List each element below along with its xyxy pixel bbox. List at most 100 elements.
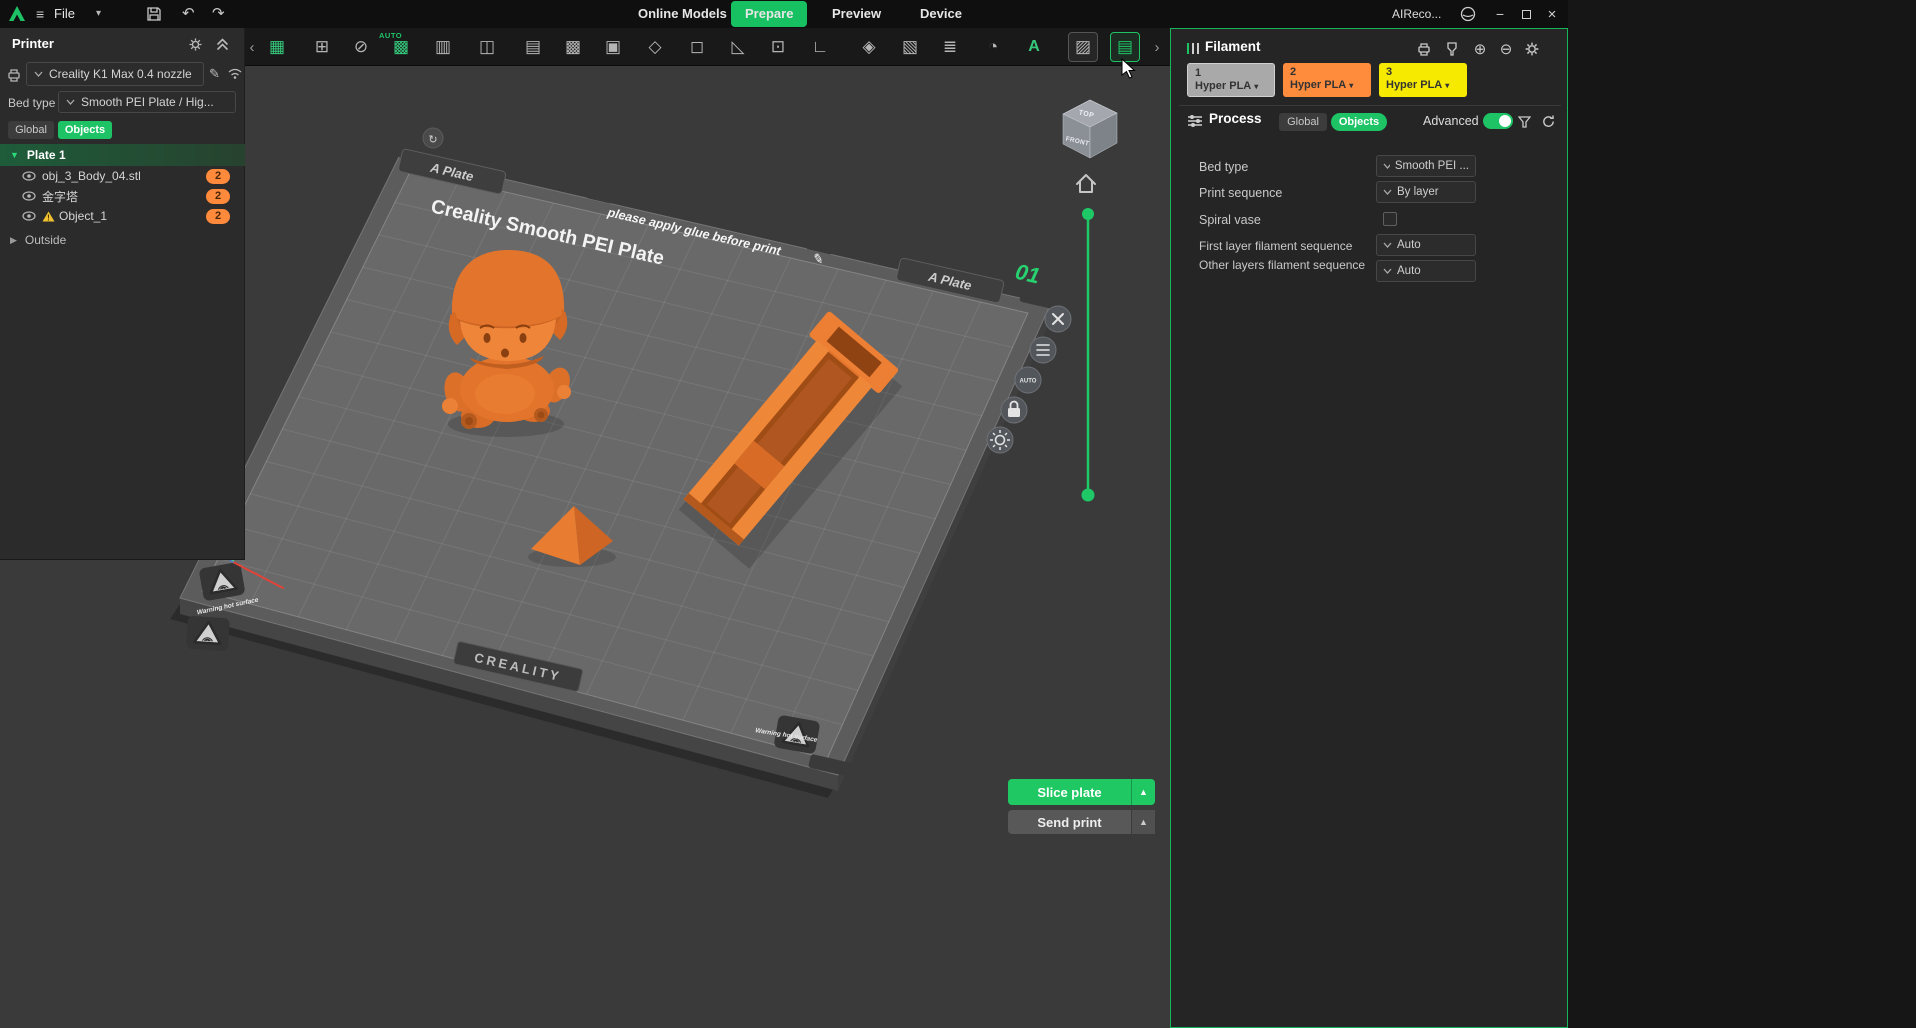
chevron-down-icon xyxy=(1383,189,1392,195)
chevron-down-icon: ▾ xyxy=(1445,79,1449,92)
tree-item-outside[interactable]: ▶ Outside xyxy=(0,230,245,250)
param-spiral-vase-checkbox[interactable] xyxy=(1383,212,1397,226)
cube-tool-icon[interactable]: ◻ xyxy=(682,32,712,62)
filter-params-icon[interactable] xyxy=(1513,111,1535,131)
visibility-eye-icon[interactable] xyxy=(22,191,36,201)
param-first-layer-sequence-select[interactable]: Auto xyxy=(1376,234,1476,256)
wifi-icon[interactable] xyxy=(227,66,243,80)
boolean-tool-icon[interactable]: ⊡ xyxy=(763,32,793,62)
tab-prepare[interactable]: Prepare xyxy=(731,1,807,27)
plate-close-button[interactable] xyxy=(1045,306,1071,332)
tree-item-object[interactable]: ! Object_1 2 xyxy=(0,206,245,226)
slider-handle-top xyxy=(1082,208,1094,220)
process-icon xyxy=(1187,114,1203,128)
add-filament-icon[interactable]: ⊕ xyxy=(1469,39,1491,59)
desktop-background xyxy=(1568,0,1916,1028)
printer-select[interactable]: Creality K1 Max 0.4 nozzle xyxy=(26,62,204,86)
slice-options-chevron-icon[interactable]: ▲ xyxy=(1131,779,1155,805)
arrange-tool-icon[interactable]: ⊞ xyxy=(307,32,337,62)
plate-list-button[interactable] xyxy=(1030,337,1056,363)
filament-slot-2[interactable]: 2 Hyper PLA▾ xyxy=(1283,63,1371,97)
tab-device[interactable]: Device xyxy=(906,0,976,28)
send-print-button[interactable]: Send print ▲ xyxy=(1008,810,1155,834)
orient-tool-icon[interactable]: ⊘ xyxy=(346,32,376,62)
solid-view-tool-icon[interactable]: ▧ xyxy=(895,32,925,62)
view-reset-icon[interactable]: ↻ xyxy=(423,128,443,148)
mirror-tool-icon[interactable]: ◇ xyxy=(640,32,670,62)
file-menu-chevron-icon[interactable]: ▾ xyxy=(96,0,101,28)
param-print-sequence-select[interactable]: By layer xyxy=(1376,181,1476,203)
plate-auto-arrange-button[interactable]: AUTO xyxy=(1015,367,1041,393)
tab-global-right[interactable]: Global xyxy=(1279,113,1327,131)
tree-item-object[interactable]: obj_3_Body_04.stl 2 xyxy=(0,166,245,186)
advanced-label: Advanced xyxy=(1423,114,1479,128)
tree-item-object[interactable]: 金字塔 2 xyxy=(0,186,245,206)
undo-icon[interactable]: ↶ xyxy=(182,0,195,28)
minimize-button[interactable]: − xyxy=(1488,0,1512,28)
filament-slot-name: Hyper PLA xyxy=(1195,80,1251,93)
param-label: Other layers filament sequence xyxy=(1199,258,1369,272)
filament-icon xyxy=(1185,41,1200,56)
visibility-eye-icon[interactable] xyxy=(22,171,36,181)
account-label[interactable]: AIReco... xyxy=(1392,0,1441,28)
close-button[interactable]: × xyxy=(1540,0,1564,28)
plate-settings-button[interactable] xyxy=(987,427,1013,453)
hamburger-icon: ≡ xyxy=(36,0,44,28)
seam-tool-icon[interactable]: ◈ xyxy=(854,32,884,62)
tab-global-left[interactable]: Global xyxy=(8,121,54,139)
file-menu[interactable]: File xyxy=(54,0,75,28)
support-tool-icon[interactable]: ∟ xyxy=(805,32,835,62)
account-avatar-icon[interactable] xyxy=(1460,6,1476,22)
remove-filament-icon[interactable]: ⊖ xyxy=(1495,39,1517,59)
speed-gauge-tool-icon[interactable]: ◔ xyxy=(978,32,1008,62)
advanced-toggle[interactable] xyxy=(1483,113,1513,129)
tab-objects-left[interactable]: Objects xyxy=(58,121,112,139)
bed-type-select[interactable]: Smooth PEI Plate / Hig... xyxy=(58,91,236,113)
printer-settings-gear-icon[interactable] xyxy=(188,37,203,52)
send-options-chevron-icon[interactable]: ▲ xyxy=(1131,810,1155,834)
slice-plate-button[interactable]: Slice plate ▲ xyxy=(1008,779,1155,805)
fill-plate-tool-icon[interactable]: ▩ xyxy=(558,32,588,62)
process-section-title: Process xyxy=(1209,111,1262,126)
creality-logo-icon[interactable] xyxy=(8,5,26,23)
plate-lock-button[interactable] xyxy=(1001,397,1027,423)
collapse-panel-icon[interactable] xyxy=(216,37,229,51)
param-other-layers-sequence-select[interactable]: Auto xyxy=(1376,260,1476,282)
filament-mapping-icon[interactable] xyxy=(1413,39,1435,59)
split-view-tool-icon[interactable]: ◫ xyxy=(472,32,502,62)
param-bed-type-select[interactable]: Smooth PEI ... xyxy=(1376,155,1476,177)
tab-preview[interactable]: Preview xyxy=(818,0,895,28)
tab-online-models[interactable]: Online Models xyxy=(624,0,741,28)
toolbar-expand-icon[interactable]: › xyxy=(1150,32,1164,62)
nozzle-icon[interactable] xyxy=(1441,39,1463,59)
image-tool-icon[interactable]: ▨ xyxy=(1068,32,1098,62)
tab-objects-right[interactable]: Objects xyxy=(1331,113,1387,131)
tree-item-plate[interactable]: ▼ Plate 1 xyxy=(0,144,245,166)
redo-icon[interactable]: ↷ xyxy=(212,0,225,28)
bed-type-value: Smooth PEI Plate / Hig... xyxy=(81,95,214,109)
filament-count-badge: 2 xyxy=(206,169,230,184)
filament-slot-3[interactable]: 3 Hyper PLA▾ xyxy=(1379,63,1467,97)
cut-tool-icon[interactable]: ◺ xyxy=(723,32,753,62)
toolbar-collapse-icon[interactable]: ‹ xyxy=(245,32,259,62)
auto-orient-tool-icon[interactable]: ▩ xyxy=(386,32,416,62)
layers-tool-icon[interactable]: ≣ xyxy=(935,32,965,62)
build-plate-tool-icon[interactable]: ▦ xyxy=(262,32,292,62)
maximize-button[interactable] xyxy=(1514,0,1538,28)
collapsed-triangle-icon[interactable]: ▶ xyxy=(10,235,17,246)
slider-handle-bottom xyxy=(1082,489,1095,502)
chevron-down-icon xyxy=(34,71,43,77)
expand-triangle-icon[interactable]: ▼ xyxy=(10,150,19,160)
edit-printer-icon[interactable]: ✎ xyxy=(209,66,220,82)
lay-flat-tool-icon[interactable]: ▥ xyxy=(428,32,458,62)
param-label: Print sequence xyxy=(1199,186,1282,200)
filament-settings-gear-icon[interactable] xyxy=(1521,39,1543,59)
text-tool-icon[interactable]: A xyxy=(1019,32,1049,62)
visibility-eye-icon[interactable] xyxy=(22,211,36,221)
chevron-down-icon xyxy=(66,99,75,105)
filament-slot-1[interactable]: 1 Hyper PLA▾ xyxy=(1187,63,1275,97)
clone-tool-icon[interactable]: ▤ xyxy=(518,32,548,62)
save-icon[interactable] xyxy=(146,6,162,22)
reset-params-icon[interactable] xyxy=(1537,111,1559,131)
scale-tool-icon[interactable]: ▣ xyxy=(598,32,628,62)
